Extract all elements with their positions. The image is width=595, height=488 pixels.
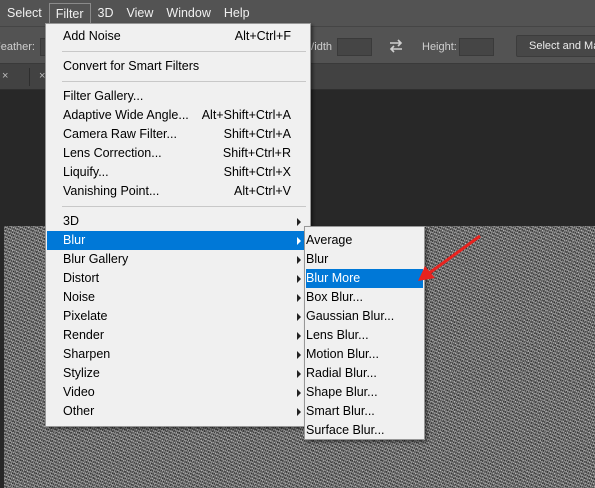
menu-3d[interactable]: 3D	[92, 2, 120, 24]
menu-item-stylize[interactable]: Stylize	[47, 364, 309, 383]
menu-separator	[62, 51, 306, 52]
menu-item-pixelate[interactable]: Pixelate	[47, 307, 309, 326]
chevron-right-icon	[297, 313, 301, 321]
filter-menu: Add Noise Alt+Ctrl+F Convert for Smart Fi…	[45, 23, 311, 427]
menu-help[interactable]: Help	[218, 2, 256, 24]
feather-label: Feather:	[0, 41, 35, 53]
menu-item-distort[interactable]: Distort	[47, 269, 309, 288]
menu-view[interactable]: View	[121, 2, 160, 24]
submenu-item-box-blur[interactable]: Box Blur...	[306, 288, 423, 307]
submenu-item-smart-blur[interactable]: Smart Blur...	[306, 402, 423, 421]
menu-item-noise[interactable]: Noise	[47, 288, 309, 307]
submenu-item-radial-blur[interactable]: Radial Blur...	[306, 364, 423, 383]
blur-submenu: Average Blur Blur More Box Blur... Gauss…	[304, 226, 425, 440]
menu-window[interactable]: Window	[160, 2, 216, 24]
menu-item-filter-gallery[interactable]: Filter Gallery...	[47, 87, 309, 106]
chevron-right-icon	[297, 294, 301, 302]
menu-item-convert-smart-filters[interactable]: Convert for Smart Filters	[47, 57, 309, 76]
menu-separator	[62, 81, 306, 82]
submenu-item-average[interactable]: Average	[306, 231, 423, 250]
menu-item-render[interactable]: Render	[47, 326, 309, 345]
width-input[interactable]	[337, 38, 372, 56]
submenu-item-gaussian-blur[interactable]: Gaussian Blur...	[306, 307, 423, 326]
menu-item-sharpen[interactable]: Sharpen	[47, 345, 309, 364]
submenu-item-surface-blur[interactable]: Surface Blur...	[306, 421, 423, 440]
submenu-item-shape-blur[interactable]: Shape Blur...	[306, 383, 423, 402]
select-and-mask-button[interactable]: Select and Mask...	[516, 35, 595, 57]
chevron-right-icon	[297, 389, 301, 397]
menu-item-other[interactable]: Other	[47, 402, 309, 421]
chevron-right-icon	[297, 275, 301, 283]
menu-item-vanishing-point[interactable]: Vanishing Point... Alt+Ctrl+V	[47, 182, 309, 201]
annotation-arrow-icon	[418, 234, 481, 281]
swap-icon[interactable]	[387, 37, 405, 55]
submenu-item-blur[interactable]: Blur	[306, 250, 423, 269]
menu-item-adaptive-wide-angle[interactable]: Adaptive Wide Angle... Alt+Shift+Ctrl+A	[47, 106, 309, 125]
menu-item-camera-raw-filter[interactable]: Camera Raw Filter... Shift+Ctrl+A	[47, 125, 309, 144]
chevron-right-icon	[297, 256, 301, 264]
menu-item-lens-correction[interactable]: Lens Correction... Shift+Ctrl+R	[47, 144, 309, 163]
menu-item-add-noise[interactable]: Add Noise Alt+Ctrl+F	[47, 27, 309, 46]
chevron-right-icon	[297, 408, 301, 416]
chevron-right-icon	[297, 351, 301, 359]
menu-item-3d[interactable]: 3D	[47, 212, 309, 231]
submenu-item-motion-blur[interactable]: Motion Blur...	[306, 345, 423, 364]
chevron-right-icon	[297, 370, 301, 378]
menu-item-blur[interactable]: Blur	[47, 231, 309, 250]
submenu-item-lens-blur[interactable]: Lens Blur...	[306, 326, 423, 345]
chevron-right-icon	[297, 237, 301, 245]
submenu-item-blur-more[interactable]: Blur More	[306, 269, 423, 288]
close-icon[interactable]: ×	[2, 70, 8, 82]
menu-select[interactable]: Select	[1, 2, 48, 24]
chevron-right-icon	[297, 218, 301, 226]
height-label: Height:	[422, 41, 457, 53]
menu-separator	[62, 206, 306, 207]
menu-item-video[interactable]: Video	[47, 383, 309, 402]
menu-item-blur-gallery[interactable]: Blur Gallery	[47, 250, 309, 269]
menu-item-liquify[interactable]: Liquify... Shift+Ctrl+X	[47, 163, 309, 182]
tab-divider	[29, 68, 30, 86]
chevron-right-icon	[297, 332, 301, 340]
height-input[interactable]	[459, 38, 494, 56]
